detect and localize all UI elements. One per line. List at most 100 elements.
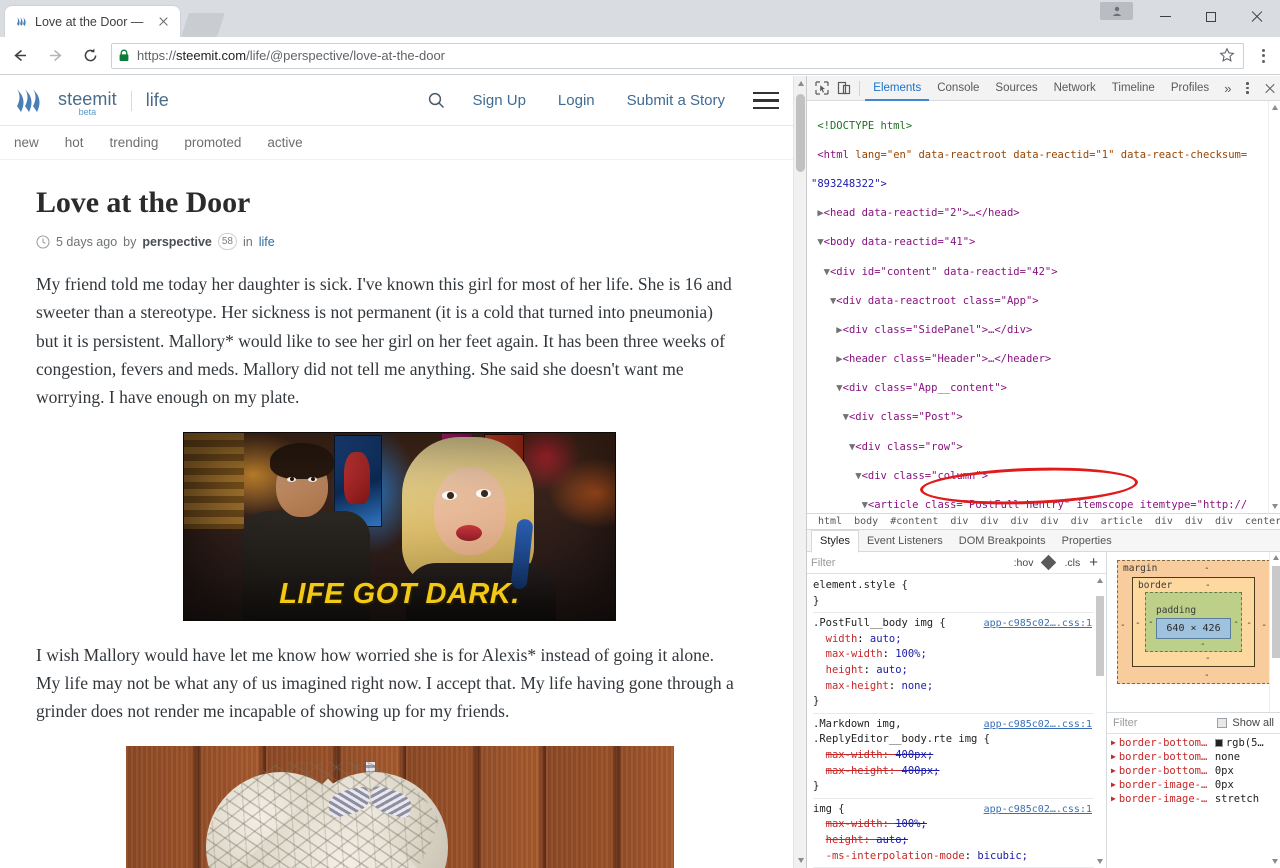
wicker-heart-image[interactable]: [125, 745, 674, 868]
devtools-close-icon[interactable]: [1257, 77, 1280, 99]
computed-row[interactable]: ▶ border-bottom… rgb(5…: [1107, 736, 1280, 750]
expand-triangle-icon[interactable]: ▶: [1111, 736, 1116, 750]
expand-triangle-icon[interactable]: ▶: [1111, 750, 1116, 764]
subnav-item-trending[interactable]: trending: [110, 135, 175, 150]
margin-bottom-value[interactable]: -: [1204, 670, 1210, 681]
breadcrumb-item-div[interactable]: div: [1065, 516, 1095, 527]
hamburger-menu-icon[interactable]: [753, 91, 779, 110]
css-property[interactable]: max-height: [826, 680, 889, 692]
breadcrumb-item-div[interactable]: div: [1035, 516, 1065, 527]
box-model-scrollbar[interactable]: [1269, 552, 1280, 712]
box-model-border[interactable]: border - - - - padding - - - 640 × 426: [1132, 577, 1255, 667]
breadcrumb-item-article[interactable]: article: [1095, 516, 1149, 527]
dom-line[interactable]: ▶<head data-reactid="2">…</head>: [811, 206, 1280, 221]
browser-tab[interactable]: Love at the Door —: [5, 6, 180, 37]
window-maximize-button[interactable]: [1188, 0, 1234, 33]
profile-avatar-icon[interactable]: [1100, 2, 1133, 20]
show-all-label[interactable]: Show all: [1232, 717, 1274, 729]
rule-source-link[interactable]: app-c985c02….css:1: [984, 616, 1092, 632]
breadcrumb-item-div[interactable]: div: [974, 516, 1004, 527]
rule-source-link[interactable]: app-c985c02….css:1: [984, 802, 1092, 818]
scroll-down-arrow-icon[interactable]: [797, 858, 804, 863]
css-value[interactable]: 100%;: [895, 648, 927, 660]
computed-scrollbar[interactable]: [1269, 734, 1280, 868]
subtab-dom-breakpoints[interactable]: DOM Breakpoints: [951, 530, 1054, 552]
window-close-button[interactable]: [1234, 0, 1280, 33]
css-declaration-overridden[interactable]: max-width: 100%;: [826, 818, 927, 830]
subtab-properties[interactable]: Properties: [1054, 530, 1120, 552]
show-all-checkbox[interactable]: [1217, 718, 1228, 728]
tab-elements[interactable]: Elements: [865, 76, 929, 101]
dom-line[interactable]: ▼<div class="column">: [811, 469, 1280, 484]
style-rule[interactable]: element.style { }: [813, 578, 1106, 614]
breadcrumb-item-content[interactable]: #content: [884, 516, 944, 527]
rule-source-link[interactable]: app-c985c02….css:1: [984, 717, 1092, 733]
dom-line[interactable]: ▼<div class="row">: [811, 440, 1280, 455]
current-category-label[interactable]: life: [146, 90, 169, 111]
styles-filter-input[interactable]: Filter: [811, 557, 1009, 569]
expand-triangle-icon[interactable]: ▶: [1111, 792, 1116, 806]
dom-line[interactable]: <!DOCTYPE html>: [811, 119, 1280, 134]
expand-triangle-icon[interactable]: ▶: [1111, 778, 1116, 792]
style-rule[interactable]: img {app-c985c02….css:1 max-width: 100%;…: [813, 802, 1106, 868]
more-tabs-chevron-icon[interactable]: »: [1217, 81, 1238, 96]
chrome-menu-button[interactable]: [1250, 41, 1276, 71]
tab-close-icon[interactable]: [156, 14, 172, 30]
bookmark-star-icon[interactable]: [1219, 46, 1237, 65]
css-property[interactable]: -ms-interpolation-mode: [826, 850, 965, 862]
new-tab-button[interactable]: [181, 13, 225, 37]
css-value[interactable]: auto;: [870, 633, 902, 645]
page-scrollbar-thumb[interactable]: [796, 94, 805, 172]
dom-line[interactable]: ▼<article class="PostFull hentry" itemsc…: [811, 498, 1280, 513]
margin-right-value[interactable]: -: [1261, 620, 1267, 631]
padding-bottom-value[interactable]: -: [1200, 639, 1206, 650]
computed-row[interactable]: ▶ border-image-… stretch: [1107, 792, 1280, 806]
dom-tree-scrollbar[interactable]: [1268, 101, 1280, 513]
search-icon[interactable]: [427, 91, 447, 111]
subtab-event-listeners[interactable]: Event Listeners: [859, 530, 951, 552]
tab-timeline[interactable]: Timeline: [1104, 76, 1163, 101]
subnav-item-new[interactable]: new: [14, 135, 55, 150]
dom-line[interactable]: ▼<div class="Post">: [811, 410, 1280, 425]
css-property[interactable]: height: [826, 664, 864, 676]
dom-line[interactable]: ▼<div data-reactroot class="App">: [811, 294, 1280, 309]
styles-scrollbar[interactable]: [1094, 574, 1106, 868]
subnav-item-active[interactable]: active: [267, 135, 318, 150]
css-value[interactable]: auto;: [876, 664, 908, 676]
padding-left-value[interactable]: -: [1148, 617, 1154, 628]
css-property[interactable]: width: [826, 633, 858, 645]
dom-scroll-down-icon[interactable]: [1272, 504, 1278, 509]
dom-line[interactable]: ▶<header class="Header">…</header>: [811, 352, 1280, 367]
tab-profiles[interactable]: Profiles: [1163, 76, 1217, 101]
css-declaration-overridden[interactable]: max-width: 400px;: [826, 749, 934, 761]
submit-story-link[interactable]: Submit a Story: [611, 92, 741, 109]
boxmodel-scroll-up-icon[interactable]: [1272, 555, 1279, 560]
inspect-element-icon[interactable]: [811, 77, 833, 99]
tab-console[interactable]: Console: [929, 76, 987, 101]
styles-rules-list[interactable]: element.style { } .PostFull__body img {a…: [807, 574, 1106, 868]
border-bottom-value[interactable]: -: [1205, 653, 1211, 664]
expand-triangle-icon[interactable]: ▶: [1111, 764, 1116, 778]
styles-scrollbar-thumb[interactable]: [1096, 596, 1104, 676]
styles-scroll-up-icon[interactable]: [1097, 578, 1103, 583]
style-rule[interactable]: .Markdown img, app-c985c02….css:1 .ReplyE…: [813, 717, 1106, 799]
box-model-margin[interactable]: margin - - - - border - - - - padding - …: [1117, 560, 1270, 684]
forward-button[interactable]: [40, 41, 70, 71]
page-scrollbar[interactable]: [793, 76, 806, 868]
site-brand[interactable]: steemit beta: [58, 89, 117, 117]
border-left-value[interactable]: -: [1135, 618, 1141, 629]
post-author[interactable]: perspective: [142, 235, 211, 249]
tab-sources[interactable]: Sources: [987, 76, 1045, 101]
scroll-up-arrow-icon[interactable]: [797, 81, 804, 86]
color-format-icon[interactable]: [1041, 554, 1057, 571]
computed-row[interactable]: ▶ border-bottom… 0px: [1107, 764, 1280, 778]
box-model-content-size[interactable]: 640 × 426: [1156, 618, 1231, 639]
dom-scroll-up-icon[interactable]: [1272, 105, 1278, 110]
dom-line[interactable]: "893248322">: [811, 177, 1280, 192]
reload-button[interactable]: [75, 41, 105, 71]
devtools-menu-icon[interactable]: [1238, 77, 1256, 99]
breadcrumb-item-div[interactable]: div: [944, 516, 974, 527]
breadcrumb-item-div[interactable]: div: [1179, 516, 1209, 527]
window-minimize-button[interactable]: [1142, 0, 1188, 33]
new-style-rule-button[interactable]: +: [1085, 555, 1102, 570]
